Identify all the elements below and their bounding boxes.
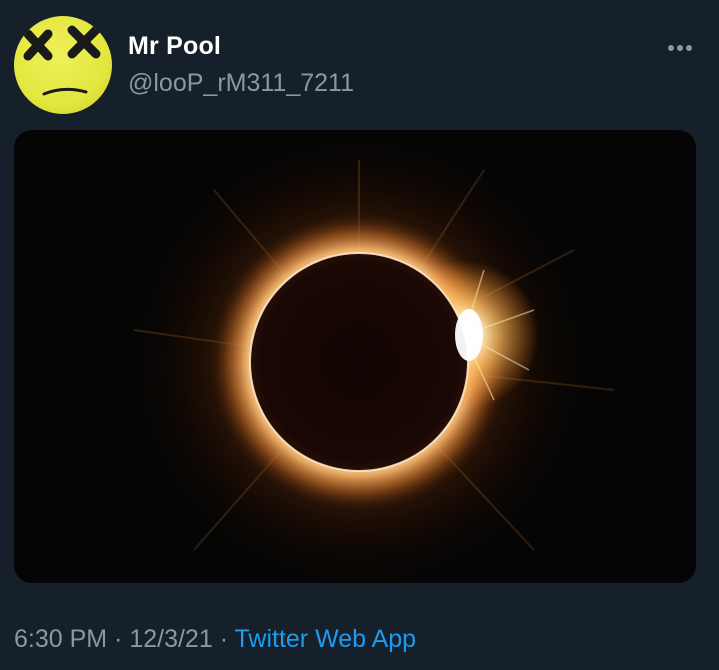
avatar[interactable]: [14, 16, 112, 114]
meta-separator: ·: [107, 625, 130, 653]
eclipse-image: [14, 130, 696, 583]
deadpool-face-icon: [23, 25, 101, 96]
tweet-date[interactable]: 12/3/21: [129, 625, 212, 653]
tweet: Mr Pool @looP_rM311_7211 6:30 PM · 12/3/…: [0, 0, 719, 670]
tweet-metadata: 6:30 PM · 12/3/21 · Twitter Web App: [14, 625, 416, 654]
more-dots-icon: [668, 45, 674, 51]
display-name[interactable]: Mr Pool: [128, 32, 221, 61]
more-button[interactable]: [660, 36, 700, 60]
tweet-media-image[interactable]: [14, 130, 696, 583]
meta-separator: ·: [212, 625, 235, 653]
tweet-source-link[interactable]: Twitter Web App: [235, 625, 417, 653]
tweet-time[interactable]: 6:30 PM: [14, 625, 107, 653]
more-dots-icon: [686, 45, 692, 51]
more-dots-icon: [677, 45, 683, 51]
user-handle[interactable]: @looP_rM311_7211: [128, 69, 354, 98]
